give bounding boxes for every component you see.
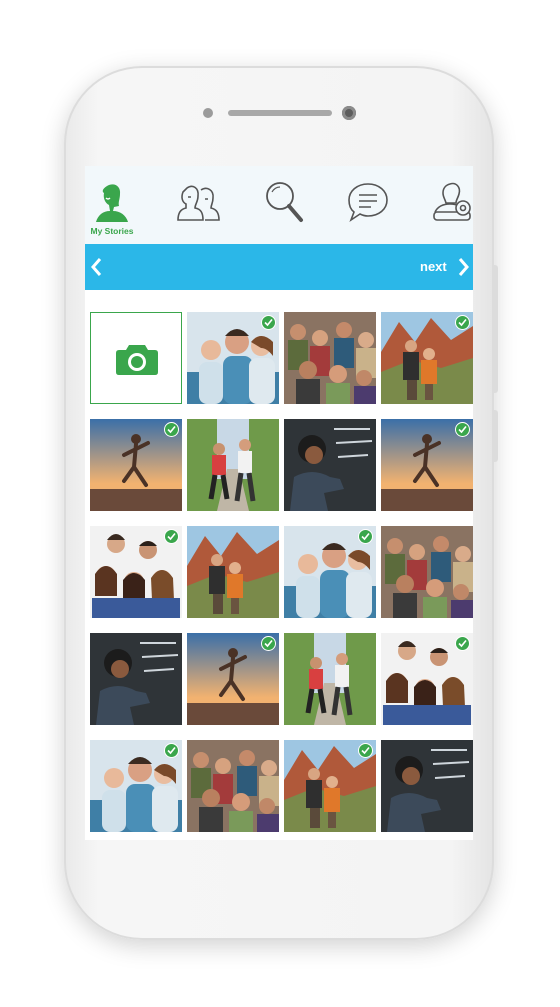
- checkmark-icon: [455, 422, 470, 437]
- photo-tile[interactable]: [187, 633, 279, 725]
- tab-search[interactable]: [255, 176, 315, 238]
- photo-tile[interactable]: [187, 526, 279, 618]
- checkmark-icon: [358, 743, 373, 758]
- tab-profile-settings[interactable]: [422, 176, 473, 238]
- photo-tile[interactable]: [284, 526, 376, 618]
- photo-tile[interactable]: [381, 526, 473, 618]
- top-tab-bar: My Stories: [85, 166, 473, 244]
- photo-tile[interactable]: [284, 740, 376, 832]
- checkmark-icon: [164, 743, 179, 758]
- photo-tile[interactable]: [187, 419, 279, 511]
- photo-thumbnail: [284, 633, 376, 725]
- tab-label-my-stories: My Stories: [90, 226, 134, 236]
- tab-my-stories[interactable]: My Stories: [85, 176, 142, 238]
- photo-tile[interactable]: [381, 740, 473, 832]
- photo-thumbnail: [381, 526, 473, 618]
- photo-tile[interactable]: [90, 633, 182, 725]
- photo-tile[interactable]: [284, 633, 376, 725]
- photo-thumbnail: [284, 312, 376, 404]
- checkmark-icon: [358, 529, 373, 544]
- checkmark-icon: [455, 315, 470, 330]
- app-screen: My Stories next: [85, 166, 473, 840]
- checkmark-icon: [261, 636, 276, 651]
- photo-thumbnail: [90, 633, 182, 725]
- side-volume-button: [492, 265, 498, 393]
- photo-tile[interactable]: [381, 419, 473, 511]
- photo-thumbnail: [381, 740, 473, 832]
- photo-tile[interactable]: [381, 633, 473, 725]
- checkmark-icon: [164, 529, 179, 544]
- photo-tile[interactable]: [284, 312, 376, 404]
- photo-tile[interactable]: [381, 312, 473, 404]
- photo-tile[interactable]: [90, 419, 182, 511]
- person-profile-icon: [96, 184, 128, 222]
- two-people-icon: [177, 185, 220, 221]
- photo-thumbnail: [187, 419, 279, 511]
- photo-tile[interactable]: [187, 740, 279, 832]
- user-settings-icon: [433, 182, 471, 221]
- photo-tile[interactable]: [90, 526, 182, 618]
- next-label: next: [420, 259, 447, 274]
- camera-icon: [116, 345, 158, 375]
- tab-friends[interactable]: [167, 176, 227, 238]
- checkmark-icon: [455, 636, 470, 651]
- checkmark-icon: [164, 422, 179, 437]
- photo-tile[interactable]: [284, 419, 376, 511]
- front-camera: [342, 106, 356, 120]
- back-button[interactable]: [89, 255, 109, 279]
- earpiece-speaker: [228, 110, 332, 116]
- step-navigation-bar: next: [85, 244, 473, 290]
- chevron-right-icon: [458, 258, 469, 276]
- chat-bubble-icon: [348, 183, 388, 223]
- photo-thumbnail: [187, 740, 279, 832]
- photo-thumbnail: [187, 526, 279, 618]
- photo-tile[interactable]: [187, 312, 279, 404]
- photo-tile[interactable]: [90, 740, 182, 832]
- side-power-button: [492, 410, 498, 462]
- search-icon: [266, 182, 303, 222]
- checkmark-icon: [261, 315, 276, 330]
- proximity-sensor: [203, 108, 213, 118]
- chevron-left-icon: [91, 258, 102, 276]
- add-photo-tile[interactable]: [90, 312, 182, 404]
- photo-thumbnail: [284, 419, 376, 511]
- next-button[interactable]: next: [413, 255, 473, 279]
- tab-messages[interactable]: [337, 176, 397, 238]
